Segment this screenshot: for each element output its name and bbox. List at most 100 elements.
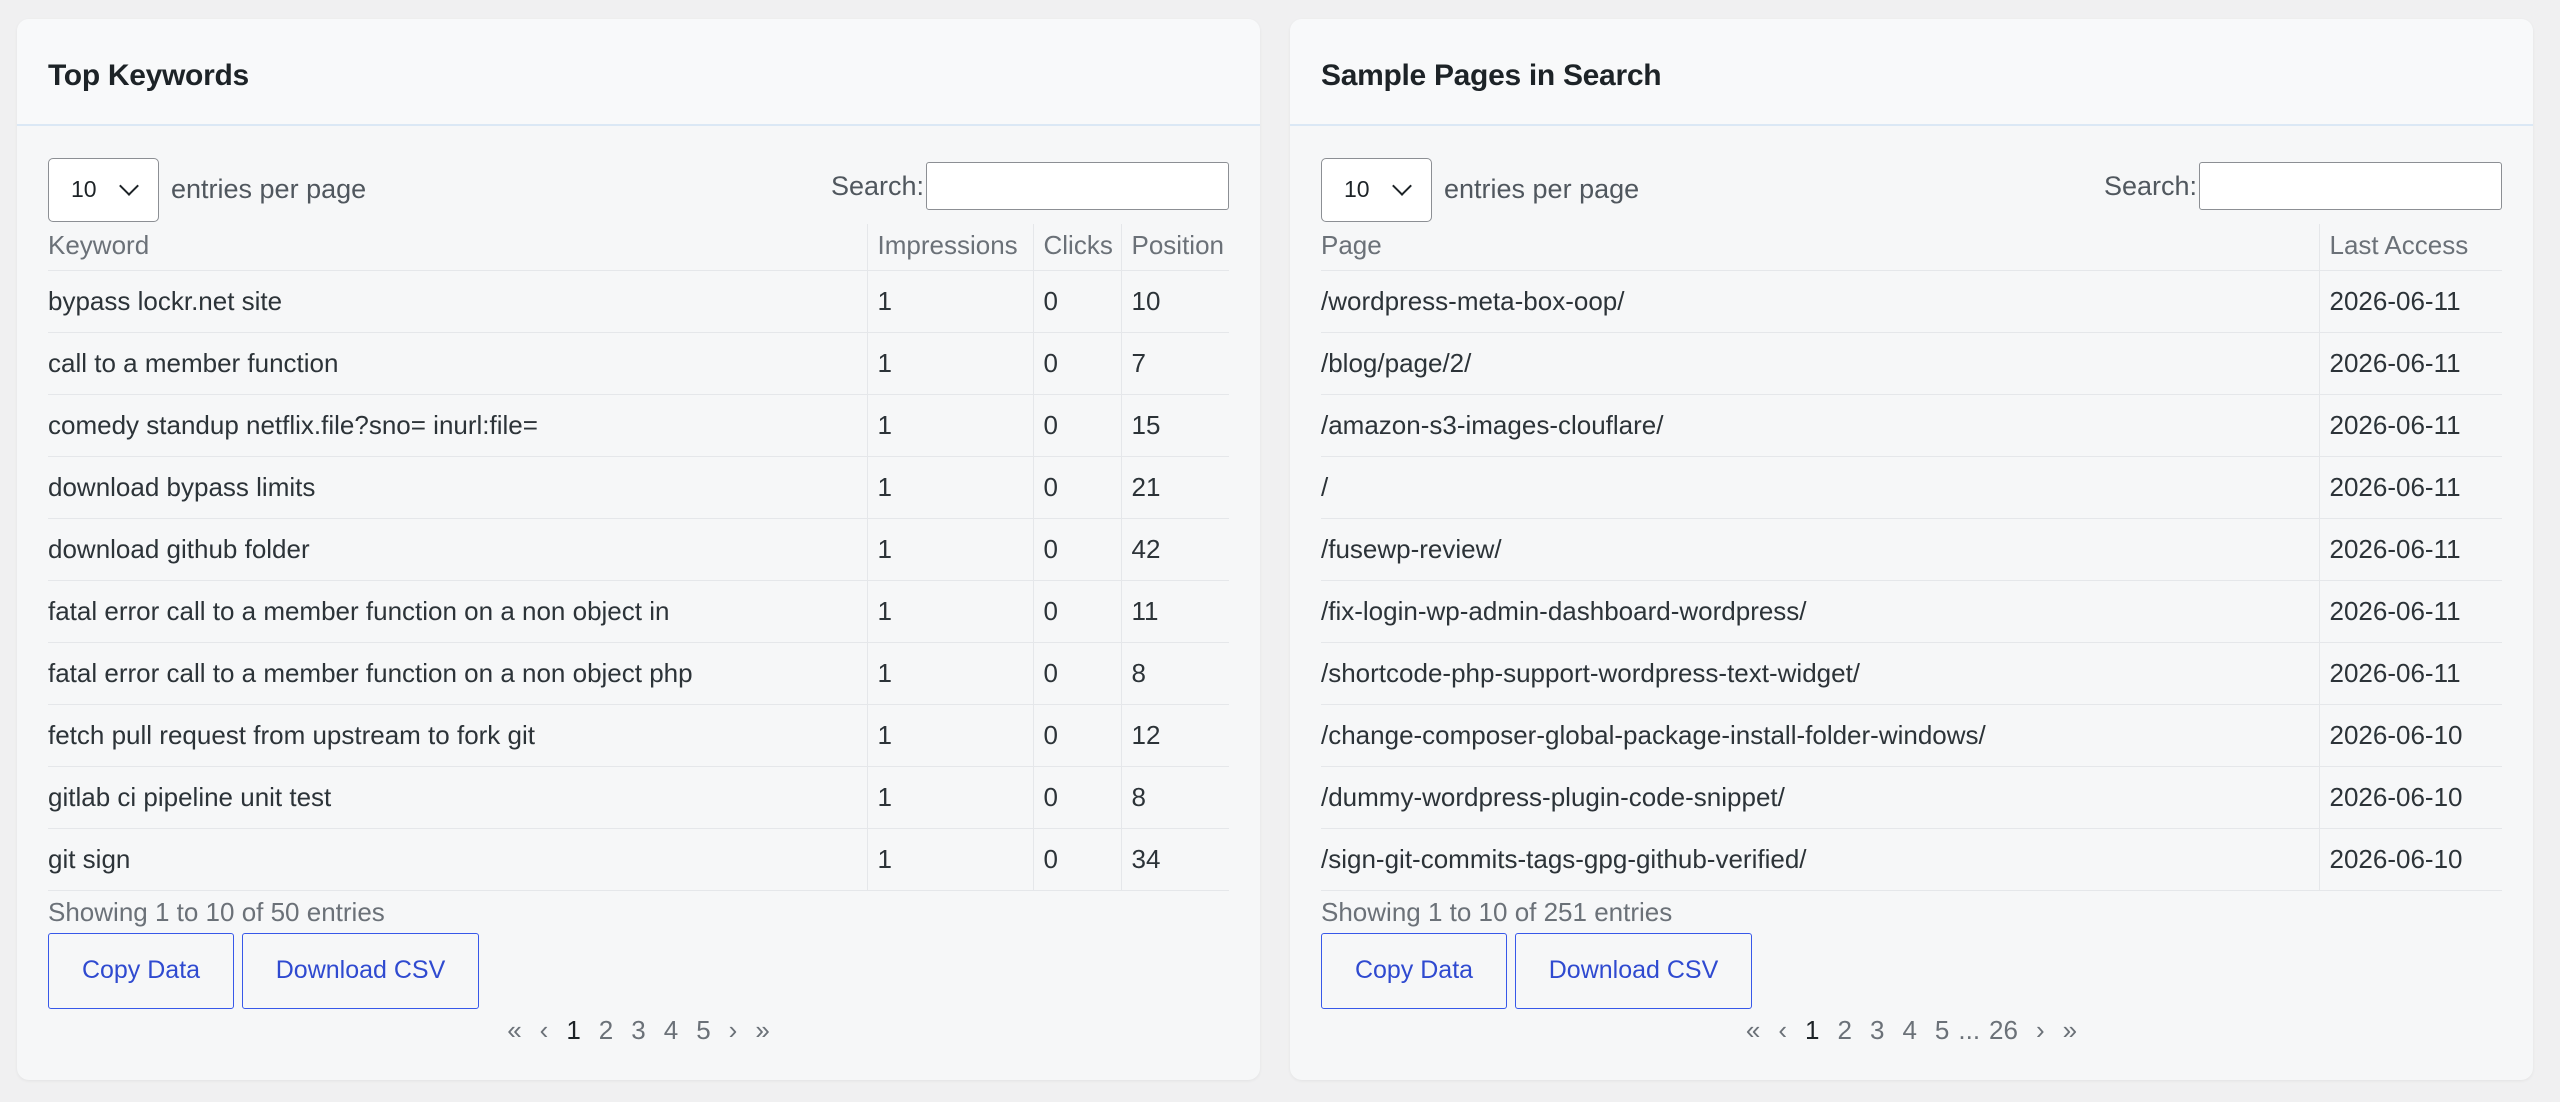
table-row: /dummy-wordpress-plugin-code-snippet/202… xyxy=(1321,766,2502,829)
entries-per-page-label: entries per page xyxy=(171,174,367,204)
panel-title: Sample Pages in Search xyxy=(1321,59,1662,92)
pagination-item[interactable]: » xyxy=(2054,1015,2086,1046)
cell-impressions: 1 xyxy=(866,270,1033,333)
column-header-page[interactable]: Page xyxy=(1321,224,2319,271)
pagination-item[interactable]: › xyxy=(2027,1015,2054,1046)
panel-header: Sample Pages in Search xyxy=(1290,19,2533,126)
cell-position: 7 xyxy=(1120,332,1229,395)
top-keywords-panel: Top Keywords 10 entries per page Search: xyxy=(17,19,1260,1080)
entries-per-page-select[interactable]: 10 xyxy=(1321,158,1432,222)
column-header-last-access[interactable]: Last Access xyxy=(2318,224,2502,271)
table-header-row: Keyword Impressions Clicks Position xyxy=(48,224,1229,271)
table-row: fatal error call to a member function on… xyxy=(48,642,1229,705)
cell-keyword: fetch pull request from upstream to fork… xyxy=(48,704,867,767)
cell-page: / xyxy=(1321,456,2319,519)
cell-page: /blog/page/2/ xyxy=(1321,332,2319,395)
cell-page: /amazon-s3-images-clouflare/ xyxy=(1321,394,2319,457)
sample-pages-panel: Sample Pages in Search 10 entries per pa… xyxy=(1290,19,2533,1080)
search-label: Search: xyxy=(830,170,924,201)
copy-data-button[interactable]: Copy Data xyxy=(1321,932,1507,1009)
cell-impressions: 1 xyxy=(866,456,1033,519)
column-header-keyword[interactable]: Keyword xyxy=(48,224,867,271)
table-row: fetch pull request from upstream to fork… xyxy=(48,704,1229,767)
pagination: «‹ 1 2 3 4 5 ›» xyxy=(48,1015,1229,1046)
table-row: /blog/page/2/2026-06-11 xyxy=(1321,332,2502,395)
pagination-item[interactable]: 1 xyxy=(557,1015,589,1046)
cell-page: /wordpress-meta-box-oop/ xyxy=(1321,270,2319,333)
pagination-item[interactable]: « xyxy=(1737,1015,1769,1046)
cell-position: 11 xyxy=(1120,580,1229,643)
column-header-clicks[interactable]: Clicks xyxy=(1032,224,1121,271)
download-csv-button[interactable]: Download CSV xyxy=(1515,932,1752,1009)
chevron-down-icon xyxy=(1392,176,1412,196)
search-input[interactable] xyxy=(926,162,1229,210)
keywords-table: Keyword Impressions Clicks Position bypa… xyxy=(48,224,1229,891)
table-row: fatal error call to a member function on… xyxy=(48,580,1229,643)
cell-position: 10 xyxy=(1120,270,1229,333)
copy-data-button[interactable]: Copy Data xyxy=(48,932,234,1009)
table-info: Showing 1 to 10 of 251 entries xyxy=(1321,896,1673,927)
pagination-item[interactable]: » xyxy=(746,1015,778,1046)
cell-page: /shortcode-php-support-wordpress-text-wi… xyxy=(1321,642,2319,705)
panel-header: Top Keywords xyxy=(17,19,1260,126)
cell-position: 15 xyxy=(1120,394,1229,457)
cell-last-access: 2026-06-11 xyxy=(2318,642,2502,705)
pages-table: Page Last Access /wordpress-meta-box-oop… xyxy=(1321,224,2502,891)
table-row: /wordpress-meta-box-oop/2026-06-11 xyxy=(1321,270,2502,333)
cell-page: /fix-login-wp-admin-dashboard-wordpress/ xyxy=(1321,580,2319,643)
table-header-row: Page Last Access xyxy=(1321,224,2502,271)
cell-keyword: fatal error call to a member function on… xyxy=(48,642,867,705)
entries-per-page-label: entries per page xyxy=(1444,174,1640,204)
cell-clicks: 0 xyxy=(1032,642,1121,705)
pagination-item[interactable]: 3 xyxy=(1861,1015,1893,1046)
cell-impressions: 1 xyxy=(866,518,1033,581)
table-row: /amazon-s3-images-clouflare/2026-06-11 xyxy=(1321,394,2502,457)
table-row: call to a member function 1 0 7 xyxy=(48,332,1229,395)
pagination-item[interactable]: 26 xyxy=(1980,1015,2027,1046)
cell-position: 12 xyxy=(1120,704,1229,767)
cell-last-access: 2026-06-11 xyxy=(2318,332,2502,395)
pagination-item[interactable]: ‹ xyxy=(1769,1015,1796,1046)
cell-position: 21 xyxy=(1120,456,1229,519)
table-row: /fusewp-review/2026-06-11 xyxy=(1321,518,2502,581)
table-row: gitlab ci pipeline unit test 1 0 8 xyxy=(48,766,1229,829)
pagination-item[interactable]: ‹ xyxy=(531,1015,558,1046)
pagination-item[interactable]: 2 xyxy=(590,1015,622,1046)
column-header-position[interactable]: Position xyxy=(1120,224,1229,271)
entries-per-page-value: 10 xyxy=(71,176,97,202)
pagination-item[interactable]: › xyxy=(720,1015,747,1046)
pagination-item[interactable]: 5 xyxy=(1926,1015,1958,1046)
download-csv-button[interactable]: Download CSV xyxy=(242,932,479,1009)
table-row: bypass lockr.net site 1 0 10 xyxy=(48,270,1229,333)
table-info: Showing 1 to 10 of 50 entries xyxy=(48,896,385,927)
cell-last-access: 2026-06-11 xyxy=(2318,518,2502,581)
search-input[interactable] xyxy=(2199,162,2502,210)
pagination-item[interactable]: 4 xyxy=(1893,1015,1925,1046)
cell-impressions: 1 xyxy=(866,766,1033,829)
table-row: download bypass limits 1 0 21 xyxy=(48,456,1229,519)
cell-clicks: 0 xyxy=(1032,580,1121,643)
table-row: /shortcode-php-support-wordpress-text-wi… xyxy=(1321,642,2502,705)
cell-impressions: 1 xyxy=(866,828,1033,891)
cell-impressions: 1 xyxy=(866,394,1033,457)
cell-keyword: download bypass limits xyxy=(48,456,867,519)
entries-per-page-select[interactable]: 10 xyxy=(48,158,159,222)
column-header-impressions[interactable]: Impressions xyxy=(866,224,1033,271)
cell-last-access: 2026-06-11 xyxy=(2318,394,2502,457)
cell-last-access: 2026-06-11 xyxy=(2318,456,2502,519)
pagination-item[interactable]: 5 xyxy=(687,1015,719,1046)
cell-keyword: bypass lockr.net site xyxy=(48,270,867,333)
table-row: download github folder 1 0 42 xyxy=(48,518,1229,581)
cell-last-access: 2026-06-10 xyxy=(2318,766,2502,829)
pagination: «‹ 1 2 3 4 5... 26 ›» xyxy=(1321,1015,2502,1046)
cell-position: 8 xyxy=(1120,642,1229,705)
table-row: /2026-06-11 xyxy=(1321,456,2502,519)
pagination-item[interactable]: 2 xyxy=(1829,1015,1861,1046)
cell-position: 34 xyxy=(1120,828,1229,891)
pagination-item[interactable]: 4 xyxy=(655,1015,687,1046)
pagination-item[interactable]: 1 xyxy=(1796,1015,1828,1046)
pagination-item[interactable]: « xyxy=(498,1015,530,1046)
cell-clicks: 0 xyxy=(1032,394,1121,457)
pagination-item[interactable]: 3 xyxy=(622,1015,654,1046)
cell-clicks: 0 xyxy=(1032,332,1121,395)
